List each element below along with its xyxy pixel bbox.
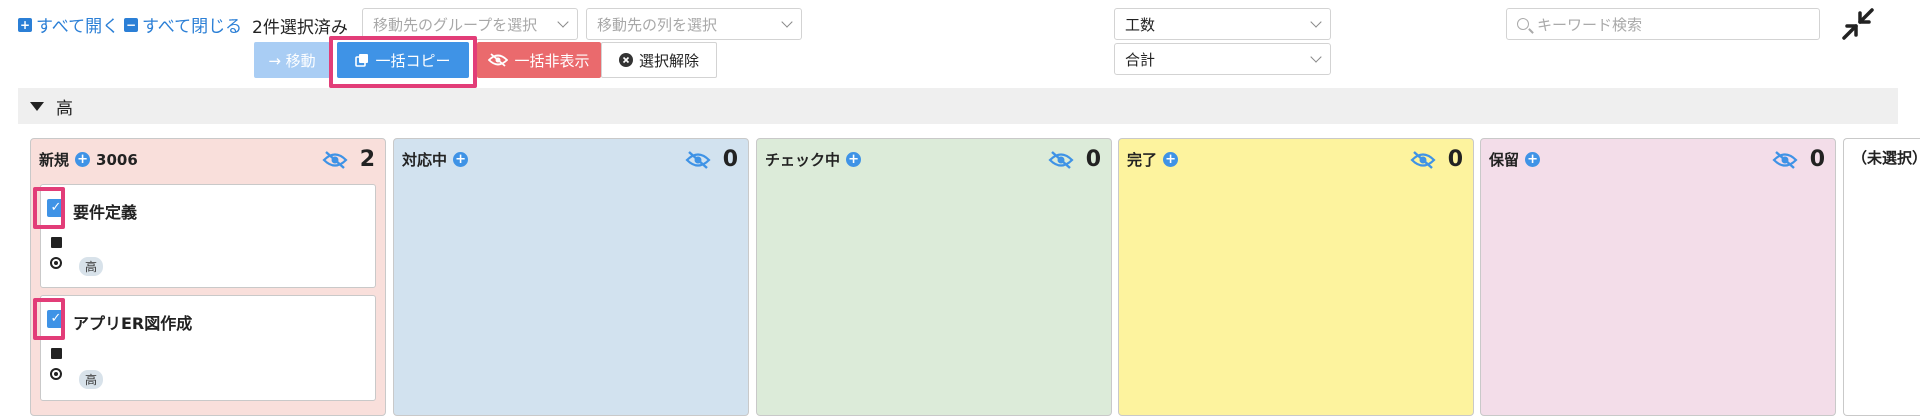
group-label: 高 <box>56 98 73 119</box>
collapse-all-link[interactable]: − すべて閉じる <box>124 12 242 37</box>
clear-selection-label: 選択解除 <box>638 51 699 70</box>
calendar-icon <box>51 348 62 359</box>
add-card-icon[interactable]: + <box>1163 152 1179 167</box>
eye-off-icon[interactable] <box>1048 150 1074 169</box>
column-on-hold: 保留 + 0 <box>1480 138 1836 416</box>
column-extra: 3006 <box>96 150 138 169</box>
collapse-all-label: すべて閉じる <box>142 17 243 37</box>
plus-square-icon: + <box>18 17 32 32</box>
column-header: 新規 + 3006 2 <box>39 147 375 172</box>
column-count: 0 <box>1447 147 1463 172</box>
eye-off-icon[interactable] <box>322 150 348 169</box>
column-header: （未選択） <box>1852 147 1920 168</box>
column-header: 完了 + 0 <box>1127 147 1463 172</box>
eye-off-icon[interactable] <box>1772 150 1798 169</box>
column-count: 0 <box>1809 147 1825 172</box>
column-header: 保留 + 0 <box>1489 147 1825 172</box>
chevron-down-icon <box>1310 16 1322 28</box>
column-header: 対応中 + 0 <box>402 147 738 172</box>
bulk-hide-label: 一括非表示 <box>514 51 590 70</box>
card-title: 要件定義 <box>73 203 138 222</box>
column-in-progress: 対応中 + 0 <box>393 138 749 416</box>
group-header-high[interactable]: 高 <box>18 88 1898 124</box>
copy-icon <box>355 54 369 67</box>
priority-icon <box>50 368 62 380</box>
column-title: （未選択） <box>1852 149 1920 167</box>
priority-icon <box>50 257 62 269</box>
search-placeholder: キーワード検索 <box>1537 15 1643 34</box>
column-done: 完了 + 0 <box>1118 138 1474 416</box>
add-card-icon[interactable]: + <box>1525 152 1541 167</box>
metric-select[interactable]: 工数 <box>1114 8 1331 40</box>
card-title: アプリER図作成 <box>73 314 193 333</box>
add-card-icon[interactable]: + <box>846 152 862 167</box>
minus-square-icon: − <box>124 17 138 32</box>
collapse-view-icon[interactable] <box>1840 6 1876 42</box>
priority-badge: 高 <box>79 257 104 276</box>
calendar-icon <box>51 237 62 248</box>
column-new: 新規 + 3006 2 ✓ 要件定義 高 ✓ アプリER図作成 高 <box>30 138 386 416</box>
move-column-select[interactable]: 移動先の列を選択 <box>586 8 802 40</box>
column-title: 新規 <box>39 151 70 169</box>
keyword-search-input[interactable]: キーワード検索 <box>1506 8 1820 40</box>
chevron-down-icon <box>557 16 569 28</box>
add-card-icon[interactable]: + <box>453 152 469 167</box>
card-er-diagram[interactable]: ✓ アプリER図作成 高 <box>40 295 376 401</box>
eye-off-icon[interactable] <box>1410 150 1436 169</box>
checkbox-highlight-frame <box>33 298 65 340</box>
column-title: 対応中 <box>402 151 448 169</box>
selected-count: 2件選択済み <box>252 18 348 38</box>
aggregate-select[interactable]: 合計 <box>1114 43 1331 75</box>
eye-off-icon <box>488 53 509 67</box>
bulk-hide-button[interactable]: 一括非表示 <box>477 42 601 78</box>
column-title: 保留 <box>1489 151 1520 169</box>
caret-down-icon <box>30 101 44 111</box>
eye-off-icon[interactable] <box>685 150 711 169</box>
aggregate-select-value: 合計 <box>1125 50 1156 69</box>
checkbox-highlight-frame <box>33 187 65 229</box>
column-checking: チェック中 + 0 <box>756 138 1112 416</box>
column-count: 0 <box>722 147 738 172</box>
priority-badge: 高 <box>79 370 104 389</box>
chevron-down-icon <box>1310 51 1322 63</box>
close-circle-icon <box>618 53 633 67</box>
column-title: チェック中 <box>765 151 841 169</box>
add-card-icon[interactable]: + <box>75 152 91 167</box>
column-count: 0 <box>1085 147 1101 172</box>
card-requirements[interactable]: ✓ 要件定義 高 <box>40 184 376 288</box>
chevron-down-icon <box>781 16 793 28</box>
column-header: チェック中 + 0 <box>765 147 1101 172</box>
metric-select-value: 工数 <box>1125 15 1156 34</box>
expand-all-link[interactable]: + すべて開く <box>18 12 119 37</box>
move-column-placeholder: 移動先の列を選択 <box>597 15 718 34</box>
bulk-copy-button[interactable]: 一括コピー <box>337 42 469 78</box>
search-icon <box>1517 18 1529 30</box>
column-unselected: （未選択） <box>1843 138 1920 416</box>
column-count: 2 <box>359 147 375 172</box>
move-group-placeholder: 移動先のグループを選択 <box>373 15 538 34</box>
expand-all-label: すべて開く <box>36 17 120 37</box>
column-title: 完了 <box>1127 151 1158 169</box>
bulk-copy-label: 一括コピー <box>375 51 451 70</box>
move-button[interactable]: → 移動 <box>254 42 330 78</box>
clear-selection-button[interactable]: 選択解除 <box>601 42 717 78</box>
